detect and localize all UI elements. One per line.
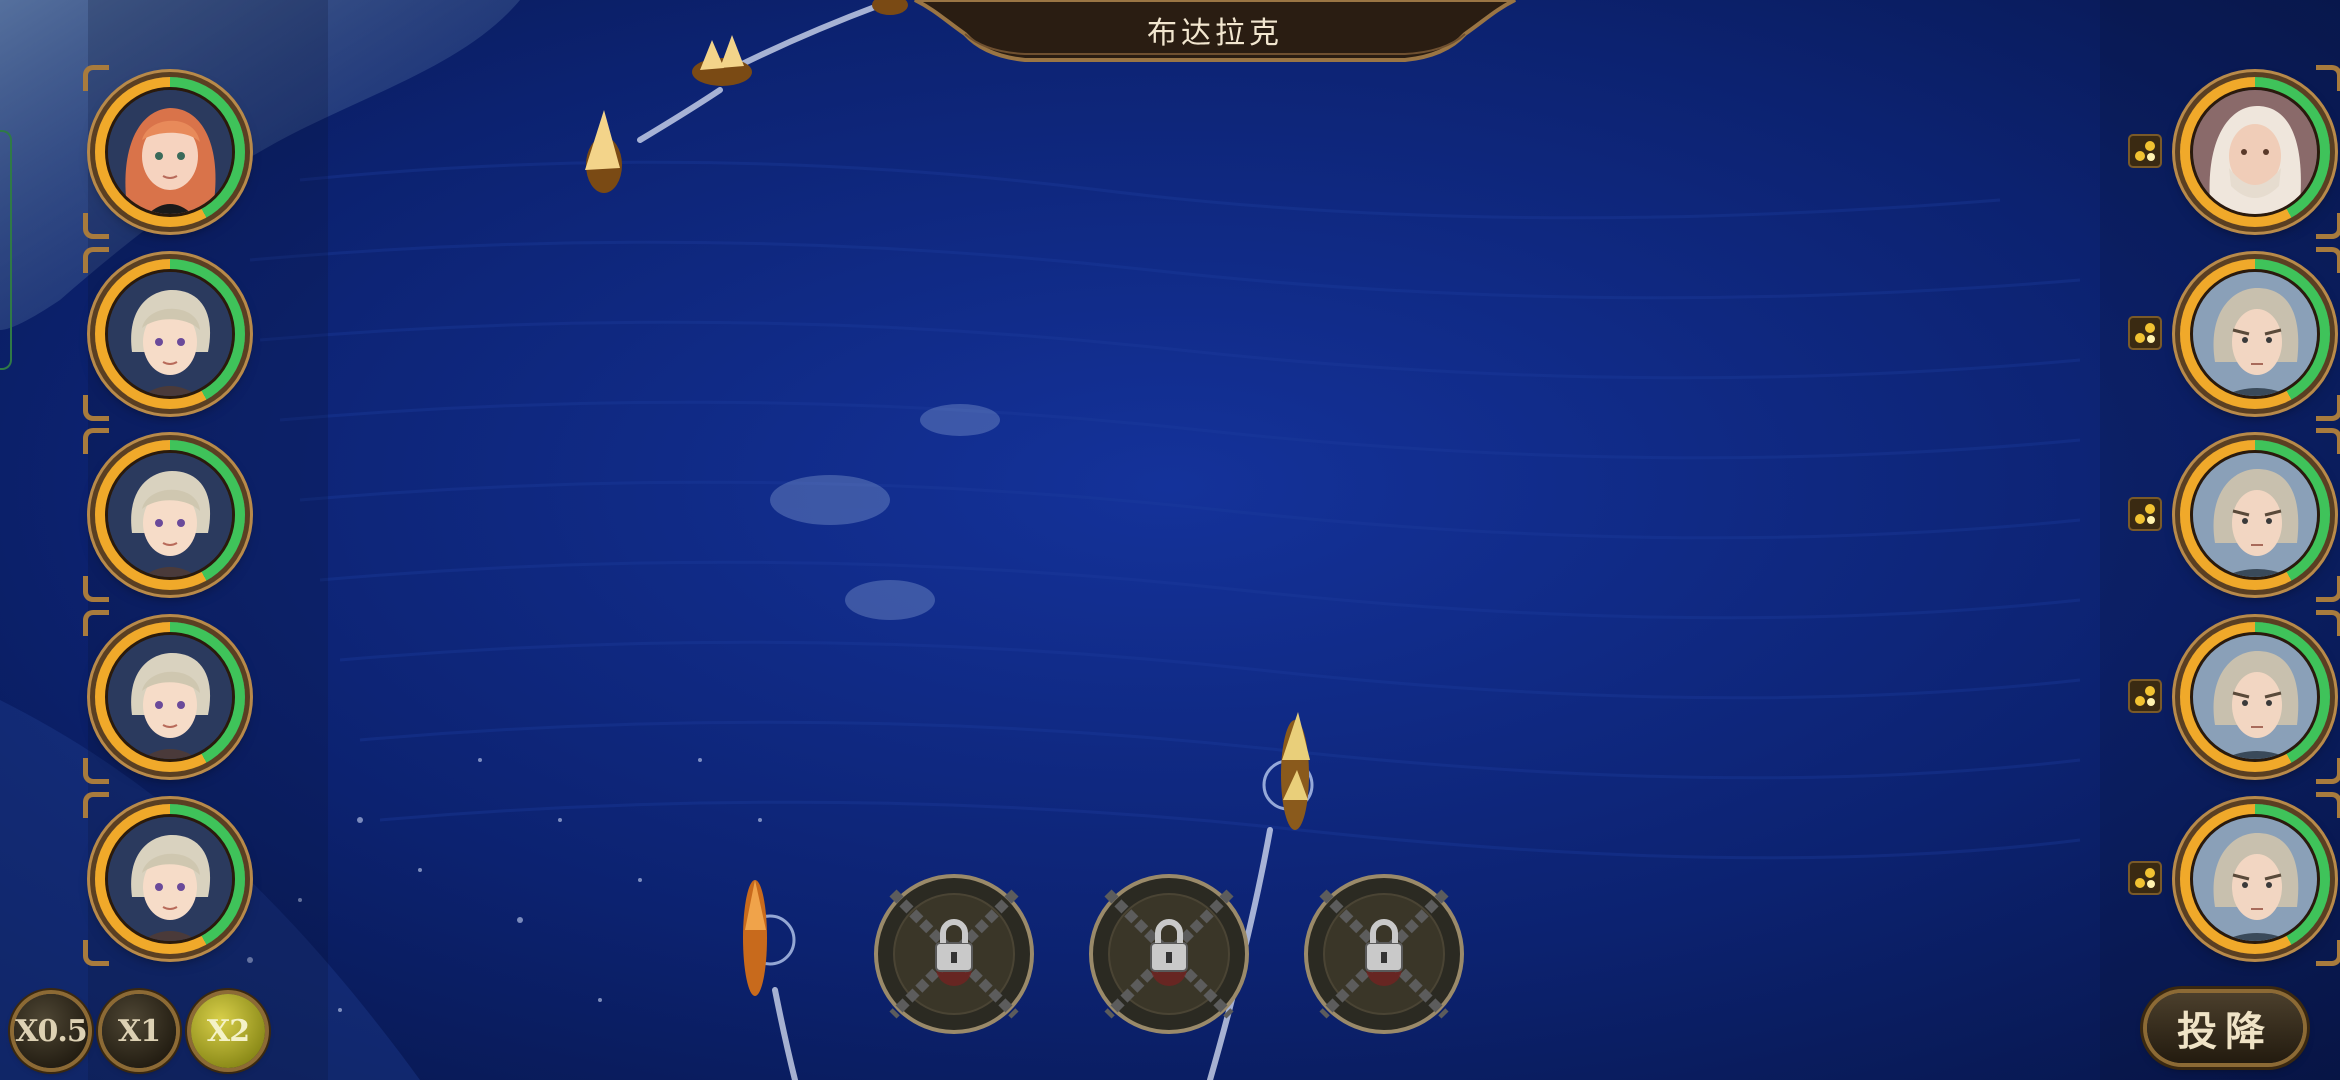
edge-tab bbox=[0, 130, 12, 370]
captain-portrait-4[interactable] bbox=[83, 610, 245, 784]
location-banner: 布达拉克 bbox=[905, 0, 1525, 66]
ammo-status-icon bbox=[2128, 134, 2162, 168]
white-haired-elder-avatar bbox=[2190, 87, 2320, 217]
grey-haired-man-avatar bbox=[2190, 269, 2320, 399]
captain-portrait-2[interactable] bbox=[83, 247, 245, 421]
enemy-portrait-4[interactable] bbox=[2180, 610, 2340, 784]
captain-portrait-1[interactable] bbox=[83, 65, 245, 239]
silver-haired-man-avatar bbox=[105, 269, 235, 399]
grey-haired-man-avatar bbox=[2190, 814, 2320, 944]
ammo-status-icon bbox=[2128, 316, 2162, 350]
ammo-status-icon bbox=[2128, 497, 2162, 531]
red-haired-woman-avatar bbox=[105, 87, 235, 217]
speed-x1-button[interactable]: X1 bbox=[102, 994, 176, 1068]
silver-haired-man-avatar bbox=[105, 450, 235, 580]
skill-slot-1[interactable] bbox=[873, 873, 1035, 1035]
surrender-button[interactable]: 投降 bbox=[2147, 993, 2303, 1063]
captain-portrait-3[interactable] bbox=[83, 428, 245, 602]
silver-haired-man-avatar bbox=[105, 814, 235, 944]
skill-slot-2[interactable] bbox=[1088, 873, 1250, 1035]
enemy-portrait-5[interactable] bbox=[2180, 792, 2340, 966]
ammo-status-icon bbox=[2128, 861, 2162, 895]
silver-haired-man-avatar bbox=[105, 632, 235, 762]
skill-slot-3[interactable] bbox=[1303, 873, 1465, 1035]
enemy-portrait-3[interactable] bbox=[2180, 428, 2340, 602]
speed-x2-button[interactable]: X2 bbox=[191, 994, 265, 1068]
enemy-portrait-1[interactable] bbox=[2180, 65, 2340, 239]
grey-haired-man-avatar bbox=[2190, 632, 2320, 762]
enemy-portrait-2[interactable] bbox=[2180, 247, 2340, 421]
captain-portrait-5[interactable] bbox=[83, 792, 245, 966]
ammo-status-icon bbox=[2128, 679, 2162, 713]
grey-haired-man-avatar bbox=[2190, 450, 2320, 580]
speed-x0.5-button[interactable]: X0.5 bbox=[14, 994, 88, 1068]
location-name: 布达拉克 bbox=[1147, 16, 1283, 51]
